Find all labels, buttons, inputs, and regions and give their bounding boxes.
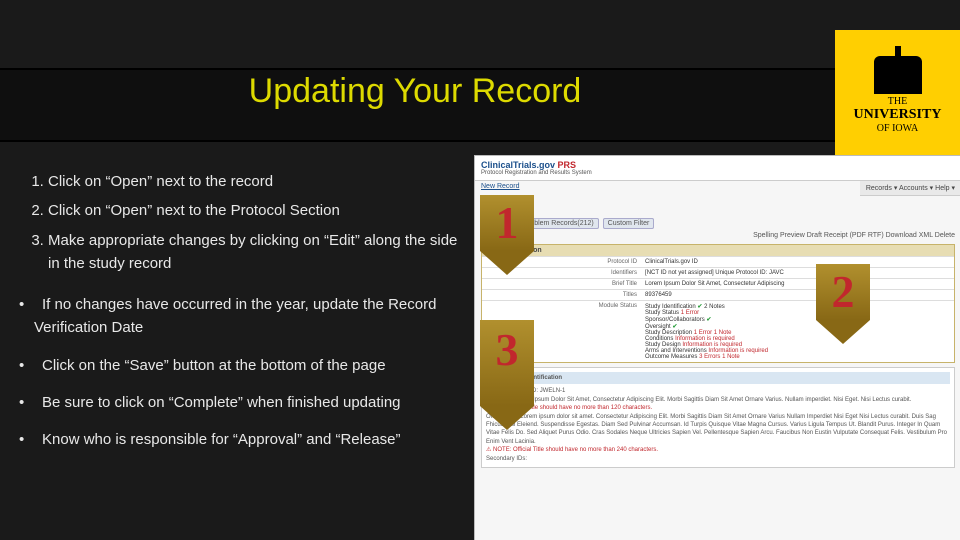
study-id-brief: Brief Title: Lorem Ipsum Dolor Sit Amet,… xyxy=(486,396,950,404)
dome-icon xyxy=(874,56,922,94)
university-logo: THE UNIVERSITY OF IOWA xyxy=(835,30,960,160)
prs-brand-suffix: PRS xyxy=(558,160,577,170)
marker-1-num: 1 xyxy=(480,195,534,251)
tab-custom[interactable]: Custom Filter xyxy=(603,218,655,229)
val-identifiers: [NCT ID not yet assigned] Unique Protoco… xyxy=(641,268,954,278)
val-brief-title: Lorem Ipsum Dolor Sit Amet, Consectetur … xyxy=(641,279,954,289)
logo-text: THE UNIVERSITY OF IOWA xyxy=(854,96,942,133)
slide-title: Updating Your Record xyxy=(0,72,830,111)
protocol-section: Protocol Section Protocol IDClinicalTria… xyxy=(481,244,955,363)
arrow-down-icon xyxy=(816,320,870,344)
marker-2-num: 2 xyxy=(816,264,870,320)
prs-sub: Protocol Registration and Results System xyxy=(481,170,955,176)
bullet-list: If no changes have occurred in the year,… xyxy=(18,293,463,451)
marker-2: 2 xyxy=(816,264,870,344)
step-1: Click on “Open” next to the record xyxy=(48,170,463,193)
prs-menu[interactable]: Records ▾ Accounts ▾ Help ▾ xyxy=(860,181,960,196)
module-status-list: Study Identification ✔ 2 NotesStudy Stat… xyxy=(641,301,954,362)
study-id-bar: Edit Study Identification xyxy=(486,372,950,384)
bullet-1: If no changes have occurred in the year,… xyxy=(34,293,463,340)
logo-line3: OF IOWA xyxy=(877,123,918,134)
toolbar-links[interactable]: Spelling Preview Draft Receipt (PDF RTF)… xyxy=(753,232,955,239)
body-text: Click on “Open” next to the record Click… xyxy=(18,170,463,465)
bullet-4-text: Know who is responsible for “Approval” a… xyxy=(34,431,401,448)
marker-3: 3 xyxy=(480,320,534,430)
val-titles: 89376459 xyxy=(641,290,954,300)
arrow-down-icon xyxy=(480,251,534,275)
step-3: Make appropriate changes by clicking on … xyxy=(48,229,463,276)
lbl-titles: Titles xyxy=(482,290,641,300)
study-id-secondary: Secondary IDs: xyxy=(486,455,950,463)
study-identification: Edit Study Identification Unique Protoco… xyxy=(481,367,955,468)
bullet-3: Be sure to click on “Complete” when fini… xyxy=(34,391,463,414)
marker-3-num: 3 xyxy=(480,320,534,406)
bullet-2: Click on the “Save” button at the bottom… xyxy=(34,354,463,377)
open-row: Open Spelling Preview Draft Receipt (PDF… xyxy=(475,229,960,242)
slide: Updating Your Record THE UNIVERSITY OF I… xyxy=(0,0,960,540)
val-protocol-id: ClinicalTrials.gov ID xyxy=(645,259,698,265)
lbl-brief-title: Brief Title xyxy=(482,279,641,289)
marker-1: 1 xyxy=(480,195,534,275)
prs-tabs: Un-Edit Problem Records(212) Custom Filt… xyxy=(475,218,960,229)
study-id-note1: ⚠ NOTE: Brief Title should have no more … xyxy=(486,404,950,412)
bullet-1-text: If no changes have occurred in the year,… xyxy=(34,296,436,336)
prs-header: ClinicalTrials.gov PRS Protocol Registra… xyxy=(475,156,960,181)
study-id-upid: Unique Protocol ID: JWELN-1 xyxy=(486,387,950,395)
logo-line2: UNIVERSITY xyxy=(854,107,942,122)
protocol-heading: Protocol Section xyxy=(482,245,954,256)
prs-screenshot: ClinicalTrials.gov PRS Protocol Registra… xyxy=(474,155,960,540)
numbered-steps: Click on “Open” next to the record Click… xyxy=(18,170,463,275)
logo-line1: THE xyxy=(888,96,907,107)
study-id-note2: ⚠ NOTE: Official Title should have no mo… xyxy=(486,446,950,454)
study-id-official: Official Title: Lorem ipsum dolor sit am… xyxy=(486,413,950,447)
bullet-2-text: Click on the “Save” button at the bottom… xyxy=(34,357,386,374)
bullet-4: Know who is responsible for “Approval” a… xyxy=(34,428,463,451)
prs-brand: ClinicalTrials.gov xyxy=(481,160,558,170)
step-2: Click on “Open” next to the Protocol Sec… xyxy=(48,199,463,222)
arrow-down-icon xyxy=(480,406,534,430)
new-record-link[interactable]: New Record xyxy=(475,181,526,192)
bullet-3-text: Be sure to click on “Complete” when fini… xyxy=(34,394,401,411)
